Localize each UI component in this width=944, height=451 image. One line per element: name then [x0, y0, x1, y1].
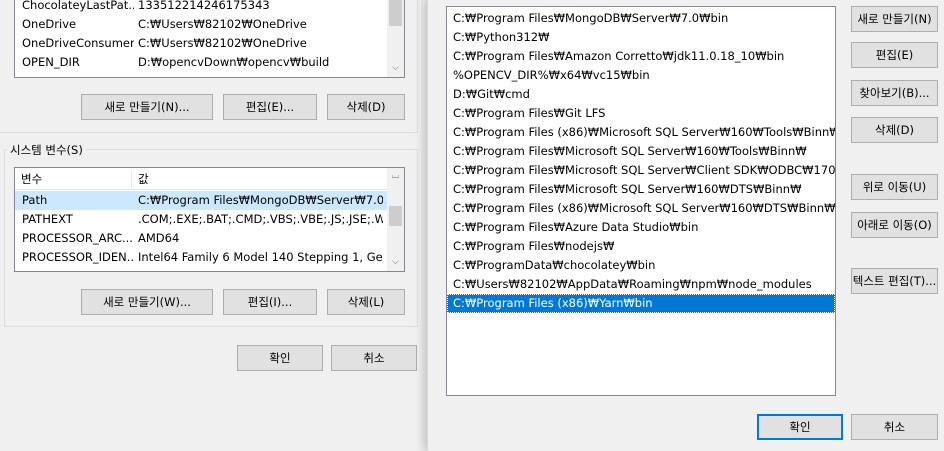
path-entry[interactable]: C:₩Python312₩: [447, 28, 835, 47]
path-cancel-button[interactable]: 취소: [851, 414, 938, 440]
system-variable-row[interactable]: PATHEXT .COM;.EXE;.BAT;.CMD;.VBS;.VBE;.J…: [15, 210, 387, 229]
path-entry-selected[interactable]: C:₩Program Files (x86)₩Yarn₩bin: [447, 294, 835, 313]
environment-variables-dialog: ChocolateyLastPat... 133512214246175343 …: [0, 0, 418, 451]
variable-name: ChocolateyLastPat...: [22, 0, 134, 12]
path-edit-text-button[interactable]: 텍스트 편집(T)...: [851, 268, 938, 294]
path-entry[interactable]: C:₩Program Files₩Microsoft SQL Server₩16…: [447, 180, 835, 199]
system-delete-button[interactable]: 삭제(L): [327, 289, 405, 315]
column-header-name[interactable]: 변수: [15, 168, 131, 190]
user-new-button[interactable]: 새로 만들기(N)...: [81, 94, 213, 120]
variable-name: OneDrive: [22, 17, 77, 31]
system-variable-row[interactable]: Path C:₩Program Files₩MongoDB₩Server₩7.0…: [15, 191, 387, 210]
scrollbar-thumb[interactable]: [389, 206, 402, 226]
path-entry[interactable]: C:₩Program Files₩Microsoft SQL Server₩Cl…: [447, 161, 835, 180]
path-entry[interactable]: C:₩Program Files (x86)₩Microsoft SQL Ser…: [447, 199, 835, 218]
path-move-up-button[interactable]: 위로 이동(U): [851, 174, 938, 200]
variable-value: C:₩Users₩82102₩OneDrive: [138, 17, 307, 31]
path-new-button[interactable]: 새로 만들기(N): [851, 6, 938, 32]
path-entries-list[interactable]: C:₩Program Files₩MongoDB₩Server₩7.0₩bin …: [446, 6, 836, 396]
path-entry[interactable]: C:₩Program Files (x86)₩Microsoft SQL Ser…: [447, 123, 835, 142]
user-variable-row[interactable]: OPEN_DIR D:₩opencvDown₩opencv₩build: [15, 53, 387, 72]
variable-value: D:₩opencvDown₩opencv₩build: [138, 55, 330, 69]
system-variables-title: 시스템 변수(S): [7, 142, 86, 158]
path-entry[interactable]: %OPENCV_DIR%₩x64₩vc15₩bin: [447, 66, 835, 85]
variable-name: PROCESSOR_IDEN...: [22, 250, 134, 264]
path-entry[interactable]: C:₩Program Files₩nodejs₩: [447, 237, 835, 256]
variable-name: PATHEXT: [22, 212, 73, 226]
path-move-down-button[interactable]: 아래로 이동(O): [851, 212, 938, 238]
path-entry[interactable]: C:₩Program Files₩Git LFS: [447, 104, 835, 123]
ok-button[interactable]: 확인: [237, 345, 323, 371]
path-entry[interactable]: C:₩Users₩82102₩AppData₩Roaming₩npm₩node_…: [447, 275, 835, 294]
variable-name: Path: [22, 193, 48, 207]
variable-value: Intel64 Family 6 Model 140 Stepping 1, G…: [138, 250, 383, 264]
scroll-down-icon[interactable]: ⌵: [387, 254, 404, 271]
user-variable-row[interactable]: OneDriveConsumer C:₩Users₩82102₩OneDrive: [15, 34, 387, 53]
user-edit-button[interactable]: 편집(E)...: [223, 94, 317, 120]
variable-value: 133512214246175343: [138, 0, 270, 12]
user-variables-scrollbar[interactable]: ⌵: [387, 0, 404, 77]
variable-name: OneDriveConsumer: [22, 36, 134, 50]
cancel-button[interactable]: 취소: [331, 345, 417, 371]
path-edit-button[interactable]: 편집(E): [851, 42, 938, 68]
system-edit-button[interactable]: 편집(I)...: [223, 289, 317, 315]
system-variables-list[interactable]: 변수 값 Path C:₩Program Files₩MongoDB₩Serve…: [14, 167, 405, 272]
scroll-down-icon[interactable]: ⌵: [387, 60, 404, 77]
user-delete-button[interactable]: 삭제(D): [327, 94, 405, 120]
path-entry[interactable]: C:₩ProgramData₩chocolatey₩bin: [447, 256, 835, 275]
path-entry[interactable]: C:₩Program Files₩Azure Data Studio₩bin: [447, 218, 835, 237]
path-entry[interactable]: C:₩Program Files₩Amazon Corretto₩jdk11.0…: [447, 47, 835, 66]
variable-value: C:₩Program Files₩MongoDB₩Server₩7.0₩...: [138, 193, 383, 207]
path-entry[interactable]: C:₩Program Files₩MongoDB₩Server₩7.0₩bin: [447, 9, 835, 28]
path-ok-button[interactable]: 확인: [757, 414, 843, 440]
column-header-value[interactable]: 값: [132, 168, 387, 190]
user-variable-row[interactable]: OneDrive C:₩Users₩82102₩OneDrive: [15, 15, 387, 34]
system-new-button[interactable]: 새로 만들기(W)...: [81, 289, 213, 315]
path-entry[interactable]: D:₩Git₩cmd: [447, 85, 835, 104]
path-delete-button[interactable]: 삭제(D): [851, 117, 938, 143]
variable-name: OPEN_DIR: [22, 55, 80, 69]
list-header: 변수 값: [15, 168, 387, 190]
scrollbar-thumb[interactable]: [389, 0, 402, 26]
user-variables-list[interactable]: ChocolateyLastPat... 133512214246175343 …: [14, 0, 405, 78]
scroll-up-icon[interactable]: ⌴: [387, 168, 404, 185]
user-variable-row[interactable]: ChocolateyLastPat... 133512214246175343: [15, 0, 387, 15]
path-entry[interactable]: C:₩Program Files₩Microsoft SQL Server₩16…: [447, 142, 835, 161]
system-variable-row[interactable]: PROCESSOR_IDEN... Intel64 Family 6 Model…: [15, 248, 387, 267]
system-variables-scrollbar[interactable]: ⌴ ⌵: [387, 168, 404, 271]
variable-value: C:₩Users₩82102₩OneDrive: [138, 36, 307, 50]
path-browse-button[interactable]: 찾아보기(B)...: [851, 80, 938, 106]
variable-value: AMD64: [138, 231, 180, 245]
variable-value: .COM;.EXE;.BAT;.CMD;.VBS;.VBE;.JS;.JSE;.…: [138, 212, 383, 226]
variable-name: PROCESSOR_ARC...: [22, 231, 133, 245]
system-variable-row[interactable]: PROCESSOR_ARC... AMD64: [15, 229, 387, 248]
